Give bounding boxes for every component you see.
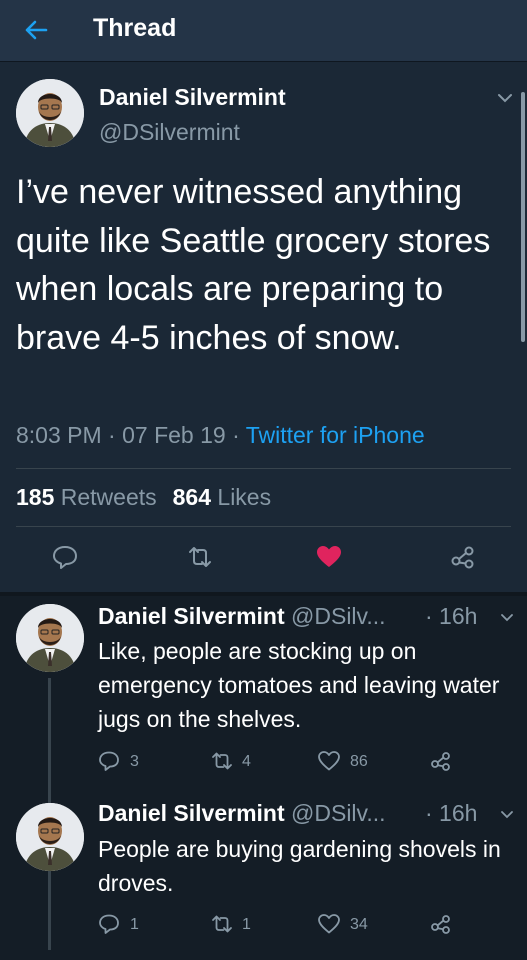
divider	[16, 526, 511, 527]
chevron-down-icon[interactable]	[500, 809, 514, 821]
author-name[interactable]: Daniel Silvermint	[99, 84, 286, 111]
heart-icon[interactable]	[318, 750, 340, 772]
heart-icon[interactable]	[318, 913, 340, 935]
like-heart-icon[interactable]	[316, 544, 342, 570]
likes-count[interactable]: 864	[173, 484, 211, 510]
reply-text: People are buying gardening shovels in d…	[98, 836, 501, 896]
author-handle[interactable]: @DSilvermint	[99, 119, 240, 146]
scrollbar[interactable]	[521, 92, 525, 342]
reply-icon[interactable]	[98, 913, 120, 935]
tweet-stats: 185 Retweets 864 Likes	[16, 484, 271, 511]
retweet-count: 1	[242, 916, 251, 933]
reply-author[interactable]: Daniel Silvermint @DSilv...	[98, 603, 386, 630]
top-bar: Thread	[0, 0, 527, 62]
retweet-count: 4	[242, 753, 251, 770]
reply-count: 3	[130, 753, 139, 770]
likes-label[interactable]: Likes	[217, 484, 271, 510]
section-separator	[0, 592, 527, 596]
back-arrow-icon[interactable]	[18, 12, 54, 48]
retweet-icon[interactable]	[211, 913, 233, 935]
reply-count: 1	[130, 916, 139, 933]
avatar[interactable]	[16, 604, 84, 672]
chevron-down-icon[interactable]	[496, 91, 514, 105]
main-tweet: Daniel Silvermint @DSilvermint I’ve neve…	[0, 62, 527, 592]
retweets-count[interactable]: 185	[16, 484, 54, 510]
tweet-timestamp: 8:03 PM · 07 Feb 19 ·	[16, 422, 246, 448]
avatar[interactable]	[16, 803, 84, 871]
chevron-down-icon[interactable]	[500, 612, 514, 624]
reply-icon[interactable]	[98, 750, 120, 772]
tweet-meta: 8:03 PM · 07 Feb 19 · Twitter for iPhone	[16, 422, 425, 449]
like-count: 86	[350, 753, 368, 770]
share-icon[interactable]	[450, 544, 476, 570]
share-icon[interactable]	[430, 750, 452, 772]
reply-icon[interactable]	[52, 544, 78, 570]
avatar[interactable]	[16, 79, 84, 147]
reply-timestamp: · 16h	[425, 603, 478, 629]
like-count: 34	[350, 916, 368, 933]
tweet-source-link[interactable]: Twitter for iPhone	[246, 422, 425, 448]
reply-author[interactable]: Daniel Silvermint @DSilv...	[98, 800, 386, 827]
retweets-label[interactable]: Retweets	[61, 484, 157, 510]
retweet-icon[interactable]	[211, 750, 233, 772]
retweet-icon[interactable]	[187, 544, 213, 570]
reply-text: Like, people are stocking up on emergenc…	[98, 638, 500, 732]
reply-timestamp: · 16h	[425, 800, 478, 826]
divider	[16, 468, 511, 469]
share-icon[interactable]	[430, 913, 452, 935]
tweet-text: I’ve never witnessed anything quite like…	[16, 173, 491, 357]
page-title: Thread	[93, 14, 177, 42]
